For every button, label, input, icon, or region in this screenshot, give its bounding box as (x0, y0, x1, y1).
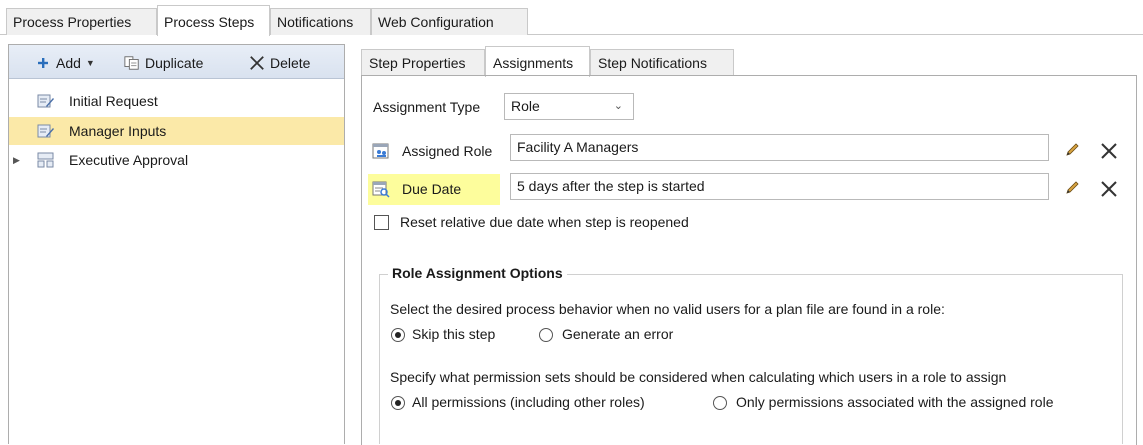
all-permissions-radio[interactable] (391, 396, 405, 410)
edit-step-icon (37, 93, 55, 109)
delete-label: Delete (270, 55, 311, 71)
due-date-value: 5 days after the step is started (517, 178, 705, 194)
tab-process-steps[interactable]: Process Steps (157, 5, 270, 36)
expand-arrow-icon[interactable]: ▶ (13, 155, 20, 166)
calendar-search-icon (372, 180, 390, 198)
pencil-icon[interactable] (1064, 142, 1080, 158)
tab-step-notifications[interactable]: Step Notifications (590, 49, 734, 76)
only-assigned-role-label: Only permissions associated with the ass… (736, 394, 1054, 410)
permission-sets-question: Specify what permission sets should be c… (390, 369, 1007, 385)
duplicate-button[interactable]: Duplicate (124, 53, 203, 73)
tab-label: Assignments (493, 55, 574, 71)
delete-button[interactable]: Delete (249, 53, 310, 73)
close-icon[interactable] (1100, 142, 1118, 160)
duplicate-icon (124, 55, 140, 71)
tree-item-executive-approval[interactable]: ▶ Executive Approval (9, 146, 344, 174)
tab-label: Process Steps (164, 14, 255, 30)
assignment-type-value: Role (511, 98, 540, 114)
tree-item-label: Initial Request (69, 93, 158, 109)
reset-due-date-label: Reset relative due date when step is reo… (400, 214, 689, 230)
chevron-down-icon: ▼ (85, 58, 95, 68)
tab-notifications[interactable]: Notifications (270, 8, 371, 35)
assigned-role-value: Facility A Managers (517, 139, 639, 155)
tab-label: Notifications (277, 14, 354, 30)
tab-web-configuration[interactable]: Web Configuration (371, 8, 528, 35)
tree-item-label: Executive Approval (69, 152, 189, 168)
assignment-type-label: Assignment Type (373, 99, 481, 115)
close-icon (249, 55, 265, 71)
pencil-icon[interactable] (1064, 180, 1080, 196)
group-title: Role Assignment Options (388, 265, 567, 281)
tab-assignments[interactable]: Assignments (485, 46, 590, 77)
tree-item-label: Manager Inputs (69, 123, 167, 139)
assigned-role-field[interactable]: Facility A Managers (510, 134, 1049, 161)
main-tab-strip: Process Properties Process Steps Notific… (0, 5, 1143, 36)
all-permissions-label: All permissions (including other roles) (412, 394, 645, 410)
skip-step-label: Skip this step (412, 326, 496, 342)
due-date-field[interactable]: 5 days after the step is started (510, 173, 1049, 200)
generate-error-radio[interactable] (539, 328, 553, 342)
due-date-label: Due Date (402, 181, 462, 197)
edit-step-icon (37, 123, 55, 139)
tree-item-manager-inputs[interactable]: Manager Inputs (9, 117, 344, 145)
only-assigned-role-radio[interactable] (713, 396, 727, 410)
tab-process-properties[interactable]: Process Properties (6, 8, 157, 35)
no-users-question: Select the desired process behavior when… (390, 301, 945, 317)
role-assignment-options-group: Role Assignment Options Select the desir… (379, 265, 1123, 444)
skip-step-radio[interactable] (391, 328, 405, 342)
assigned-role-label: Assigned Role (402, 143, 493, 159)
role-icon (372, 142, 390, 160)
assignment-type-select[interactable]: Role ⌄ (504, 93, 634, 120)
add-label: Add (56, 55, 81, 71)
approval-group-icon (37, 152, 55, 168)
duplicate-label: Duplicate (145, 55, 204, 71)
reset-due-date-checkbox[interactable] (374, 215, 389, 230)
process-steps-panel: Add ▼ Duplicate Delete Initial Request M… (8, 44, 345, 444)
tree-item-initial-request[interactable]: Initial Request (9, 87, 344, 115)
plus-icon (35, 55, 51, 71)
chevron-down-icon: ⌄ (613, 100, 623, 112)
tab-step-properties[interactable]: Step Properties (361, 49, 485, 76)
tab-label: Step Notifications (598, 55, 707, 71)
assignments-panel: Assignment Type Role ⌄ Assigned Role Fac… (361, 75, 1137, 445)
tab-label: Process Properties (13, 14, 132, 30)
steps-toolbar: Add ▼ Duplicate Delete (9, 45, 344, 79)
tab-label: Step Properties (369, 55, 466, 71)
add-button[interactable]: Add ▼ (35, 53, 95, 73)
tab-label: Web Configuration (378, 14, 494, 30)
close-icon[interactable] (1100, 180, 1118, 198)
generate-error-label: Generate an error (562, 326, 674, 342)
